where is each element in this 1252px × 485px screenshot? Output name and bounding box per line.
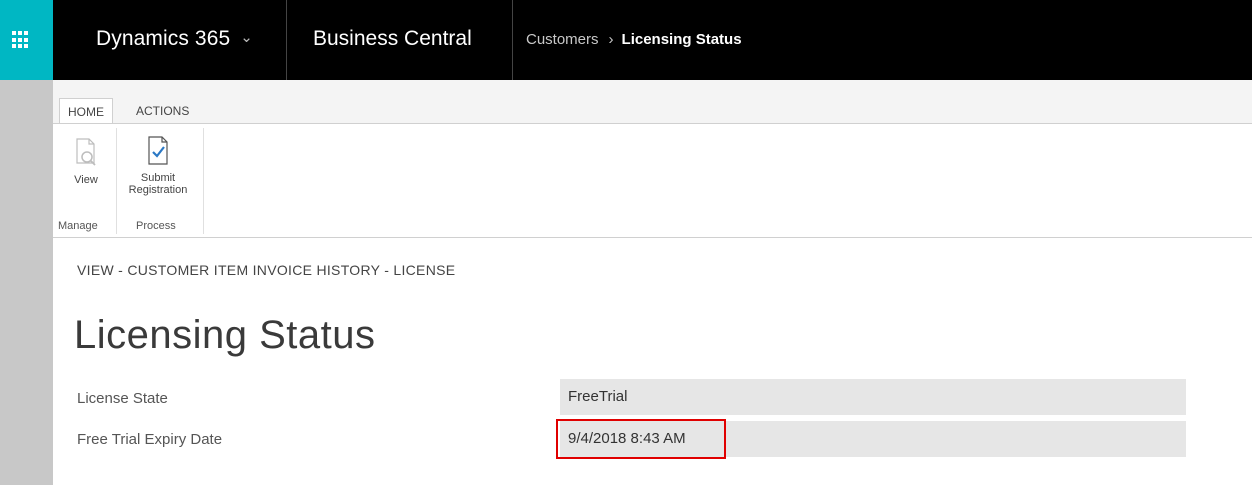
chevron-right-icon: › [608, 31, 614, 48]
page-title: Licensing Status [74, 313, 376, 357]
tab-home[interactable]: HOME [59, 98, 113, 124]
group-label-process: Process [136, 220, 176, 232]
left-rail [0, 80, 53, 485]
breadcrumb-customers[interactable]: Customers [526, 31, 599, 48]
ribbon-panel [53, 124, 1252, 237]
brand-menu[interactable]: Dynamics 365 ⌄ [96, 27, 253, 51]
view-button[interactable]: View [66, 137, 106, 186]
view-label: View [74, 174, 98, 186]
license-state-label: License State [77, 390, 168, 407]
tab-actions[interactable]: ACTIONS [128, 98, 197, 124]
header-divider [512, 0, 513, 80]
submit-registration-label: Submit Registration [128, 172, 188, 196]
header-divider [286, 0, 287, 80]
app-name[interactable]: Business Central [313, 27, 472, 51]
submit-registration-button[interactable]: Submit Registration [118, 135, 198, 196]
brand-name: Dynamics 365 [96, 27, 231, 50]
document-search-icon [76, 138, 96, 166]
document-check-icon [148, 136, 168, 165]
app-launcher-button[interactable] [0, 0, 53, 80]
chevron-down-icon: ⌄ [240, 29, 253, 46]
license-state-value: FreeTrial [560, 379, 1186, 415]
page-caption: VIEW - CUSTOMER ITEM INVOICE HISTORY - L… [77, 262, 456, 278]
group-divider [116, 128, 117, 234]
highlight-box [556, 419, 726, 459]
ribbon-border [53, 237, 1252, 238]
group-label-manage: Manage [58, 220, 98, 232]
expiry-date-label: Free Trial Expiry Date [77, 431, 223, 448]
top-bar: Dynamics 365 ⌄ Business Central Customers… [0, 0, 1252, 80]
breadcrumb-current: Licensing Status [621, 31, 742, 48]
app-launcher-icon [12, 31, 30, 49]
group-divider [203, 128, 204, 234]
breadcrumb: Customers › Licensing Status [526, 31, 742, 48]
tab-strip-border [53, 123, 1252, 124]
